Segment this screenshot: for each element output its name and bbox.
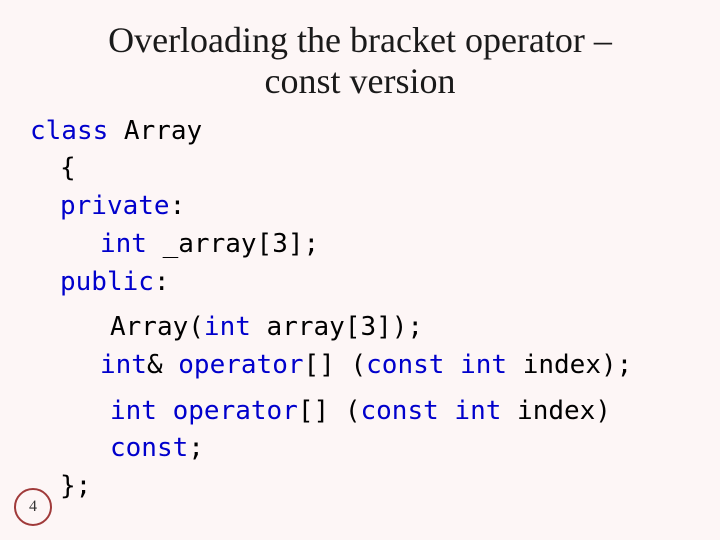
op-post1: index) bbox=[501, 396, 611, 426]
slide: Overloading the bracket operator – const… bbox=[0, 0, 720, 540]
slide-title: Overloading the bracket operator – const… bbox=[0, 0, 720, 113]
op-mid: [] ( bbox=[298, 396, 361, 426]
op-post2: ; bbox=[188, 433, 204, 463]
ctor-pre: Array( bbox=[110, 312, 204, 342]
keyword-class: class bbox=[30, 116, 108, 146]
amp: & bbox=[147, 350, 178, 380]
ctor-post: array[3]); bbox=[251, 312, 423, 342]
sp bbox=[439, 396, 455, 426]
code-line-op2: int operator[] (const int index) const; bbox=[30, 393, 690, 468]
title-line-2: const version bbox=[265, 61, 456, 101]
keyword-const: const bbox=[360, 396, 438, 426]
code-line-public: public: bbox=[30, 264, 690, 302]
keyword-int: int bbox=[204, 312, 251, 342]
field-decl: _array[3]; bbox=[147, 229, 319, 259]
code-line-rbrace: }; bbox=[30, 468, 690, 506]
sp bbox=[444, 350, 460, 380]
colon: : bbox=[170, 191, 186, 221]
keyword-private: private bbox=[60, 191, 170, 221]
code-block: class Array { private: int _array[3]; pu… bbox=[0, 113, 720, 506]
spacer bbox=[30, 385, 690, 393]
keyword-int: int bbox=[454, 396, 501, 426]
colon: : bbox=[154, 267, 170, 297]
keyword-const: const bbox=[366, 350, 444, 380]
keyword-int: int bbox=[110, 396, 157, 426]
op-post: index); bbox=[507, 350, 632, 380]
code-line-op1: int& operator[] (const int index); bbox=[30, 347, 690, 385]
code-line-private: private: bbox=[30, 188, 690, 226]
page-number: 4 bbox=[29, 498, 37, 516]
keyword-int: int bbox=[460, 350, 507, 380]
spacer bbox=[30, 301, 690, 309]
code-line-class: class Array bbox=[30, 113, 690, 151]
keyword-operator: operator bbox=[178, 350, 303, 380]
sp bbox=[157, 396, 173, 426]
keyword-int: int bbox=[100, 350, 147, 380]
op-mid: [] ( bbox=[304, 350, 367, 380]
code-line-ctor: Array(int array[3]); bbox=[30, 309, 690, 347]
page-number-badge: 4 bbox=[14, 488, 52, 526]
code-line-lbrace: { bbox=[30, 150, 690, 188]
class-name: Array bbox=[108, 116, 202, 146]
keyword-int: int bbox=[100, 229, 147, 259]
keyword-operator: operator bbox=[173, 396, 298, 426]
keyword-public: public bbox=[60, 267, 154, 297]
title-line-1: Overloading the bracket operator – bbox=[108, 20, 612, 60]
code-line-field: int _array[3]; bbox=[30, 226, 690, 264]
keyword-const: const bbox=[110, 433, 188, 463]
